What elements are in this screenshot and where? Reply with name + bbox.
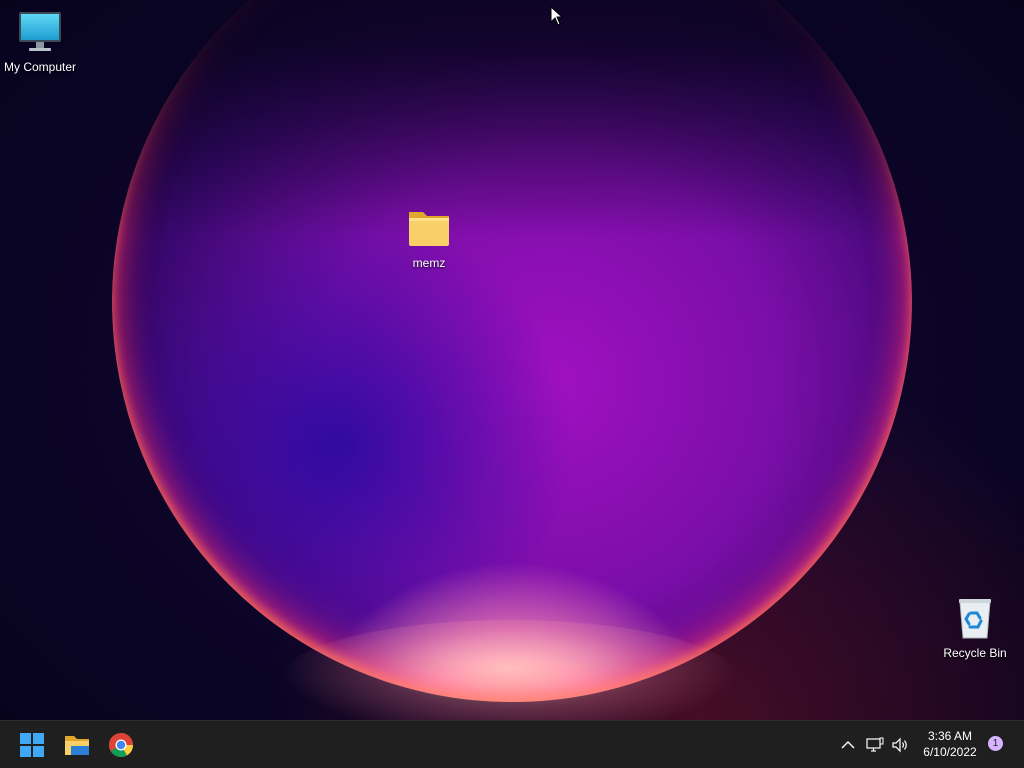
desktop-icon-recycle-bin[interactable]: Recycle Bin: [935, 594, 1015, 660]
chrome-button[interactable]: [105, 729, 137, 761]
recycle-bin-icon: [951, 594, 999, 642]
network-button[interactable]: [864, 733, 886, 757]
file-explorer-button[interactable]: [61, 729, 93, 761]
desktop-icon-memz[interactable]: memz: [389, 204, 469, 270]
desktop-icon-label: memz: [412, 256, 446, 270]
chevron-up-icon: [841, 741, 855, 749]
clock-date: 6/10/2022: [923, 745, 977, 759]
mouse-cursor-icon: [550, 5, 564, 26]
notification-badge[interactable]: 1: [988, 736, 1003, 751]
folder-icon: [405, 204, 453, 252]
chrome-icon: [108, 733, 133, 758]
start-button[interactable]: [16, 729, 48, 761]
folder-icon: [65, 736, 89, 755]
speaker-icon: [892, 737, 907, 753]
desktop-icon-label: Recycle Bin: [943, 646, 1007, 660]
desktop: My Computer memz Recycle Bin: [0, 0, 1024, 720]
clock[interactable]: 3:36 AM 6/10/2022: [916, 728, 984, 760]
network-icon: [866, 737, 884, 752]
monitor-icon: [16, 8, 64, 56]
volume-button[interactable]: [889, 733, 911, 757]
desktop-icon-label: My Computer: [3, 60, 77, 74]
windows-logo-icon: [20, 733, 44, 757]
taskbar: 3:36 AM 6/10/2022: [0, 720, 1024, 768]
show-hidden-icons-button[interactable]: [837, 733, 859, 757]
desktop-icon-my-computer[interactable]: My Computer: [0, 8, 80, 74]
clock-time: 3:36 AM: [927, 729, 973, 743]
